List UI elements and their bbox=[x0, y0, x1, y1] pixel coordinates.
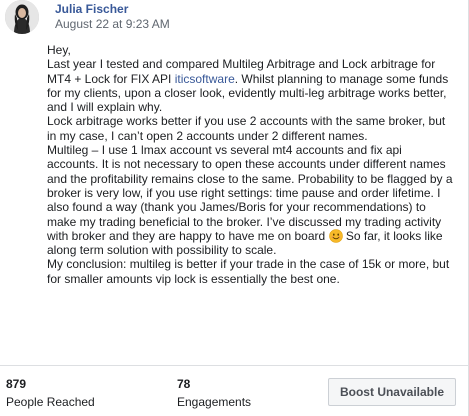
post-text-segment: So far, it looks like bbox=[342, 228, 443, 243]
post-line: accounts. It is not necessary to open th… bbox=[47, 157, 446, 172]
author-name[interactable]: Julia Fischer bbox=[55, 2, 128, 16]
post-body: Hey, Last year I tested and compared Mul… bbox=[47, 43, 465, 286]
post-line: for my clients, upon a closer look, evid… bbox=[47, 85, 447, 100]
post-line: My conclusion: multileg is better if you… bbox=[47, 257, 450, 272]
post-timestamp[interactable]: August 22 at 9:23 AM bbox=[55, 17, 170, 31]
avatar[interactable] bbox=[5, 0, 39, 34]
post-line: Lock arbitrage works better if you use 2… bbox=[47, 114, 446, 129]
post-text-segment: with broker and they are happy to have m… bbox=[47, 228, 329, 243]
post-line: broker is very low, if you use right set… bbox=[47, 185, 441, 200]
stats-divider bbox=[0, 365, 469, 366]
engagements-count: 78 bbox=[177, 377, 191, 391]
iticsoftware-link[interactable]: iticsoftware bbox=[175, 72, 235, 86]
profile-photo-icon bbox=[5, 0, 39, 34]
people-reached-label: People Reached bbox=[6, 395, 95, 409]
post-card: Julia Fischer August 22 at 9:23 AM Hey, … bbox=[0, 0, 469, 416]
post-line: for smaller amounts vip lock is essentia… bbox=[47, 271, 340, 286]
post-line: make my trading beneficial to the broker… bbox=[47, 214, 442, 229]
post-line: in my case, I can’t open 2 accounts unde… bbox=[47, 128, 368, 143]
engagements-label: Engagements bbox=[177, 395, 252, 409]
post-text-segment: MT4 + Lock for FIX API bbox=[47, 71, 175, 86]
post-line: and the profitability remains close to t… bbox=[47, 171, 453, 186]
post-line: with broker and they are happy to have m… bbox=[47, 229, 465, 243]
people-reached-count: 879 bbox=[6, 377, 27, 391]
post-line: Multileg – I use 1 lmax account vs sever… bbox=[47, 143, 402, 158]
post-line: also found a way (thank you James/Boris … bbox=[47, 200, 426, 215]
post-line: along term solution with possibility to … bbox=[47, 243, 277, 258]
smiling-face-emoji-icon bbox=[328, 229, 343, 243]
post-line: Last year I tested and compared Multileg… bbox=[47, 57, 436, 72]
post-line: MT4 + Lock for FIX API iticsoftware. Whi… bbox=[47, 72, 465, 86]
post-line: and I will explain why. bbox=[47, 100, 163, 115]
boost-unavailable-button[interactable]: Boost Unavailable bbox=[328, 378, 456, 406]
post-text-segment: . Whilst planning to manage some funds bbox=[234, 71, 449, 86]
post-line: Hey, bbox=[47, 43, 71, 57]
